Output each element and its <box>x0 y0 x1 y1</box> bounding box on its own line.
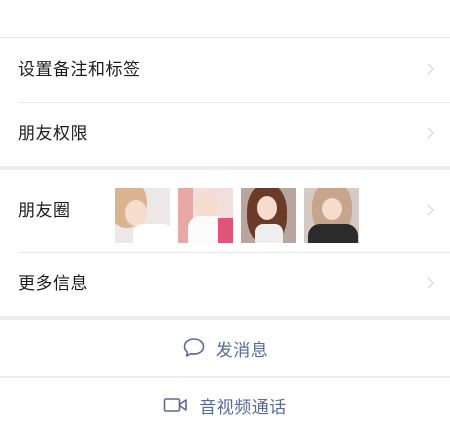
moments-thumbnail-1 <box>115 188 170 243</box>
profile-header-edge <box>0 0 450 38</box>
chevron-right-icon <box>422 127 434 139</box>
chevron-right-icon <box>422 277 434 289</box>
video-call-button[interactable]: 音视频通话 <box>0 378 450 432</box>
more-info-label: 更多信息 <box>18 273 88 294</box>
friend-permission-row[interactable]: 朋友权限 <box>0 102 450 166</box>
moments-row[interactable]: 朋友圈 <box>0 170 450 252</box>
more-info-row[interactable]: 更多信息 <box>0 252 450 316</box>
profile-group: 朋友圈 更多信息 <box>0 170 450 316</box>
friend-permission-label: 朋友权限 <box>18 123 88 144</box>
video-call-label: 音视频通话 <box>199 397 287 418</box>
chat-bubble-icon <box>182 337 206 359</box>
send-message-button[interactable]: 发消息 <box>0 320 450 376</box>
contact-profile-page: 设置备注和标签 朋友权限 朋友圈 更多信息 发消息 音视频通话 <box>0 0 450 432</box>
set-remark-row[interactable]: 设置备注和标签 <box>0 38 450 102</box>
moments-label: 朋友圈 <box>18 200 71 221</box>
moments-thumbnail-4 <box>304 188 359 243</box>
chevron-right-icon <box>422 63 434 75</box>
moments-thumbnail-3 <box>241 188 296 243</box>
settings-group: 设置备注和标签 朋友权限 <box>0 38 450 166</box>
moments-thumbnails <box>115 188 359 243</box>
moments-thumbnail-2 <box>178 188 233 243</box>
set-remark-label: 设置备注和标签 <box>18 59 141 80</box>
chevron-right-icon <box>422 204 434 216</box>
video-camera-icon <box>163 396 189 414</box>
send-message-label: 发消息 <box>215 340 269 361</box>
